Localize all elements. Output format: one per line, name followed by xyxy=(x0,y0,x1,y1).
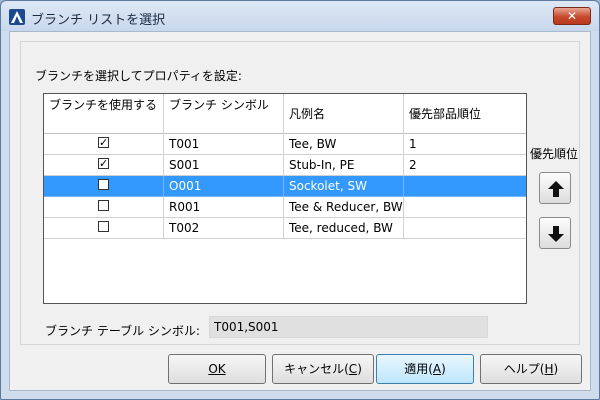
column-header-branch-symbol[interactable]: ブランチ シンボル xyxy=(164,94,284,134)
help-button-label: ヘルプ( xyxy=(503,362,545,376)
table-row[interactable]: T002 Tee, reduced, BW xyxy=(44,218,526,239)
priority-cell xyxy=(404,218,526,239)
column-header-legend-name[interactable]: 凡例名 xyxy=(284,94,404,134)
priority-cell: 2 xyxy=(404,155,526,176)
use-branch-checkbox[interactable]: ✓ xyxy=(98,137,109,148)
legend-name-cell: Stub-In, PE xyxy=(284,155,404,176)
column-header-use-branch[interactable]: ブランチを使用する xyxy=(44,94,164,134)
close-button[interactable]: ✕ xyxy=(553,7,591,25)
autocad-logo-icon xyxy=(9,9,25,25)
help-button[interactable]: ヘルプ(H) xyxy=(480,354,582,384)
help-suffix: ) xyxy=(553,362,559,376)
table-row[interactable]: ✓ T001 Tee, BW 1 xyxy=(44,134,526,155)
priority-cell xyxy=(404,197,526,218)
use-branch-cell xyxy=(44,197,164,218)
legend-name-cell: Sockolet, SW xyxy=(284,176,404,197)
table-row[interactable]: ✓ S001 Stub-In, PE 2 xyxy=(44,155,526,176)
move-down-button[interactable] xyxy=(539,217,571,249)
cancel-mnemonic: C xyxy=(348,362,358,376)
cancel-suffix: ) xyxy=(357,362,362,376)
dialog-window: ブランチ リストを選択 ✕ ブランチを選択してプロパティを設定: ブランチを使用… xyxy=(0,0,600,400)
use-branch-checkbox[interactable] xyxy=(98,179,109,190)
branch-symbol-cell: S001 xyxy=(164,155,284,176)
apply-button[interactable]: 適用(A) xyxy=(376,354,474,384)
ok-button[interactable]: OK xyxy=(168,354,266,384)
use-branch-cell xyxy=(44,176,164,197)
branch-grid[interactable]: ブランチを使用する ブランチ シンボル 凡例名 優先部品順位 ✓ T001 Tee,… xyxy=(43,93,527,304)
cancel-button-label: キャンセル( xyxy=(284,362,349,376)
branch-symbol-cell: R001 xyxy=(164,197,284,218)
window-title: ブランチ リストを選択 xyxy=(31,13,166,28)
legend-name-cell: Tee, BW xyxy=(284,134,404,155)
instruction-label: ブランチを選択してプロパティを設定: xyxy=(35,69,242,83)
use-branch-cell: ✓ xyxy=(44,155,164,176)
title-bar[interactable]: ブランチ リストを選択 ✕ xyxy=(1,1,599,31)
table-row[interactable]: O001 Sockolet, SW xyxy=(44,176,526,197)
branch-symbol-cell: T001 xyxy=(164,134,284,155)
table-row[interactable]: R001 Tee & Reducer, BW xyxy=(44,197,526,218)
use-branch-cell xyxy=(44,218,164,239)
priority-cell: 1 xyxy=(404,134,526,155)
branch-group-box: ブランチを選択してプロパティを設定: ブランチを使用する ブランチ シンボル 凡… xyxy=(20,41,580,345)
use-branch-checkbox[interactable] xyxy=(98,221,109,232)
branch-table-symbol-field: T001,S001 xyxy=(209,316,488,338)
priority-label: 優先順位 xyxy=(530,147,579,161)
legend-name-cell: Tee, reduced, BW xyxy=(284,218,404,239)
use-branch-checkbox[interactable]: ✓ xyxy=(98,158,109,169)
ok-button-label: OK xyxy=(208,362,226,376)
dialog-body: ブランチを選択してプロパティを設定: ブランチを使用する ブランチ シンボル 凡… xyxy=(9,31,591,391)
help-mnemonic: H xyxy=(544,362,554,376)
move-up-button[interactable] xyxy=(539,172,571,204)
column-header-priority[interactable]: 優先部品順位 xyxy=(404,94,526,134)
use-branch-cell: ✓ xyxy=(44,134,164,155)
branch-symbol-cell: O001 xyxy=(164,176,284,197)
legend-name-cell: Tee & Reducer, BW xyxy=(284,197,404,218)
use-branch-checkbox[interactable] xyxy=(98,200,109,211)
cancel-button[interactable]: キャンセル(C) xyxy=(272,354,374,384)
priority-cell xyxy=(404,176,526,197)
arrow-up-icon xyxy=(548,181,564,197)
apply-mnemonic: A xyxy=(432,362,442,376)
branch-symbol-cell: T002 xyxy=(164,218,284,239)
grid-header: ブランチを使用する ブランチ シンボル 凡例名 優先部品順位 xyxy=(44,94,526,134)
arrow-down-icon xyxy=(548,226,564,242)
branch-table-symbol-label: ブランチ テーブル シンボル: xyxy=(45,324,200,338)
apply-suffix: ) xyxy=(441,362,446,376)
apply-button-label: 適用( xyxy=(404,362,433,376)
